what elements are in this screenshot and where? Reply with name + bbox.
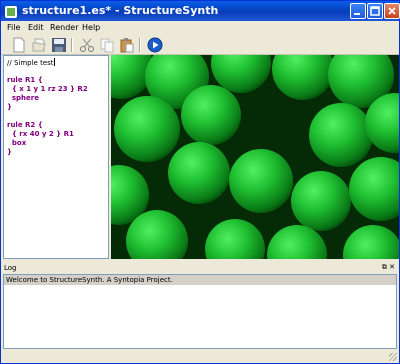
copy-icon[interactable] [99,37,115,53]
toolbar-separator [139,38,141,52]
dock-buttons: ⧉ ✕ [382,263,395,272]
cut-icon[interactable] [79,37,95,53]
menu-bar: File Edit Render Help [1,21,399,35]
log-message: Welcome to StructureSynth. A Syntopia Pr… [4,275,396,285]
new-icon[interactable] [11,37,27,53]
sphere [229,149,293,213]
resize-grip[interactable] [389,353,397,361]
open-icon[interactable] [31,37,47,53]
minimize-button[interactable] [350,3,366,19]
render-icon[interactable] [147,37,163,53]
text-caret [53,58,55,66]
maximize-button[interactable] [367,3,383,19]
log-dock-header: Log ⧉ ✕ [1,263,399,273]
save-icon[interactable] [51,37,67,53]
sphere [168,142,230,204]
code-line: rule R2 { [7,121,43,129]
toolbar-separator [71,38,73,52]
main-window: structure1.es* - StructureSynth File Edi… [0,0,400,364]
close-dock-icon[interactable]: ✕ [389,263,395,271]
code-editor[interactable]: // Simple test rule R1 { { x 1 y 1 rz 23… [3,55,109,259]
menu-edit[interactable]: Edit [28,23,44,32]
title-bar[interactable]: structure1.es* - StructureSynth [1,1,400,21]
code-line: box [7,139,27,147]
code-line: sphere [7,94,39,102]
code-line: // Simple test [7,58,55,67]
render-viewport[interactable] [111,55,399,259]
close-button[interactable] [384,3,400,19]
sphere [181,85,241,145]
sphere [291,171,351,231]
toolbar [1,35,399,55]
code-line: { rx 40 y 2 } R1 [7,130,74,138]
paste-icon[interactable] [119,37,135,53]
code-line: { x 1 y 1 rz 23 } R2 [7,85,88,93]
menu-help[interactable]: Help [82,23,100,32]
float-icon[interactable]: ⧉ [382,263,387,271]
sphere-scene [111,55,399,259]
code-line: rule R1 { [7,76,43,84]
sphere [309,103,373,167]
sphere [114,96,180,162]
status-bar [1,351,399,363]
log-title: Log [4,264,17,272]
code-line: } [7,148,12,156]
app-icon [4,4,18,18]
window-title: structure1.es* - StructureSynth [22,4,219,17]
menu-file[interactable]: File [7,23,20,32]
log-panel[interactable]: Welcome to StructureSynth. A Syntopia Pr… [3,274,397,349]
code-line: } [7,103,12,111]
menu-render[interactable]: Render [50,23,78,32]
